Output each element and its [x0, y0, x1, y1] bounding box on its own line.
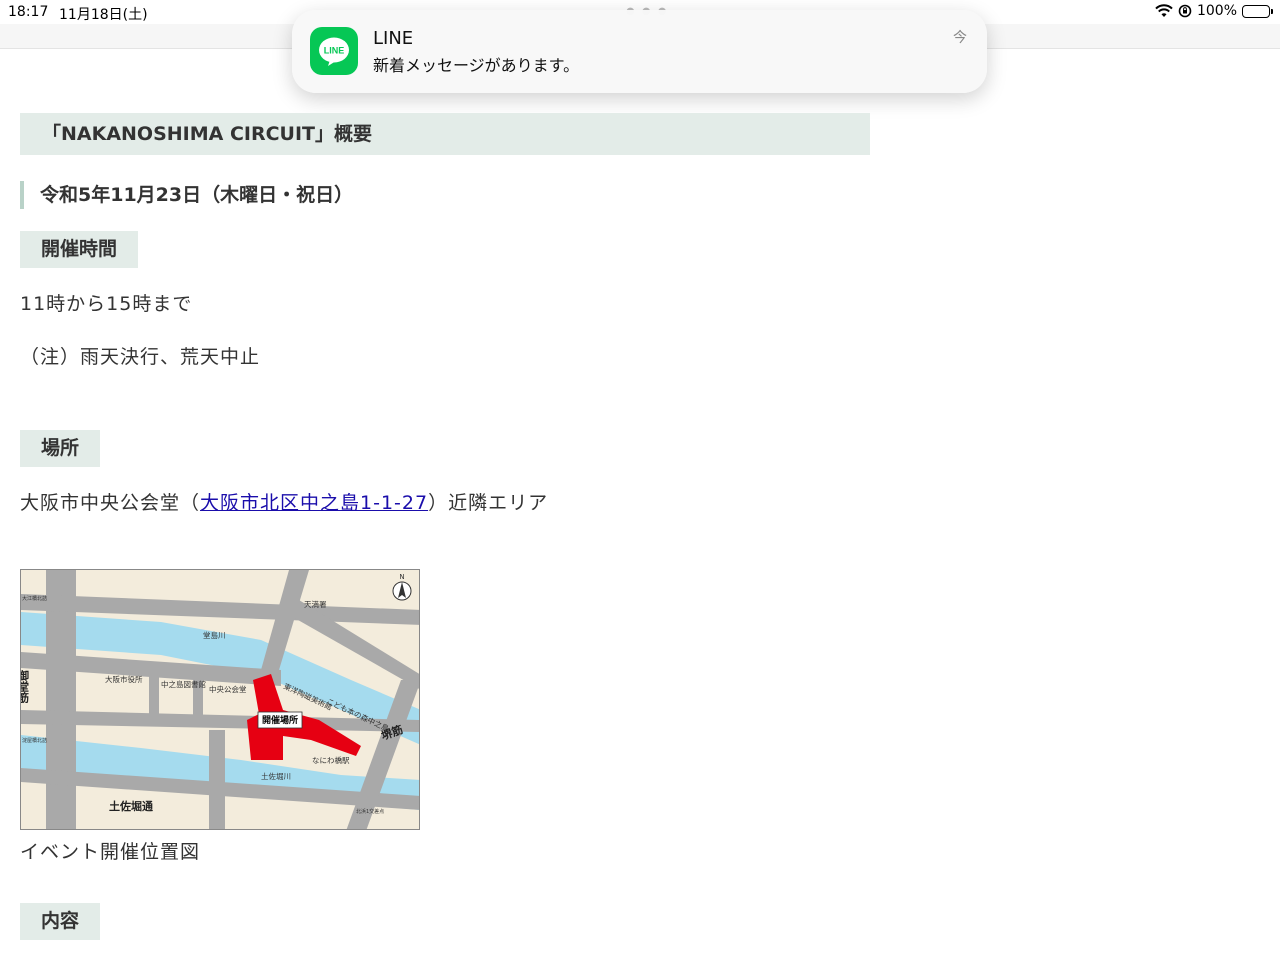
map-label-midosuji: 御堂筋 — [21, 669, 30, 704]
notification-time: 今 — [953, 30, 967, 46]
notification-message: 新着メッセージがあります。 — [373, 56, 580, 75]
road-hall — [193, 665, 203, 723]
place-suffix: ）近隣エリア — [428, 492, 549, 514]
map-label-kitahama: 北浜1交差点 — [356, 808, 384, 815]
map-label-library: 中之島図書館 — [161, 679, 206, 689]
battery-icon — [1242, 4, 1273, 18]
notification-app-name: LINE — [373, 28, 414, 49]
event-date-heading: 令和5年11月23日（木曜日・祝日） — [20, 181, 353, 209]
line-app-icon: LINE — [310, 27, 358, 75]
orientation-lock-icon — [1178, 4, 1192, 18]
north-label: N — [399, 573, 404, 581]
status-time: 18:17 — [8, 4, 49, 20]
map-label-public-hall: 中央公会堂 — [209, 684, 247, 694]
wifi-icon — [1155, 4, 1173, 17]
map-label-oebashi: 大江橋北詰 — [22, 595, 47, 602]
road-south — [209, 730, 225, 829]
line-icon-text: LINE — [324, 46, 345, 56]
map-label-yodoyabashi: 淀屋橋北詰 — [22, 737, 47, 744]
contents-label: 内容 — [20, 903, 101, 940]
weather-note: （注）雨天決行、荒天中止 — [20, 346, 261, 368]
map-label-dojima-river: 堂島川 — [203, 630, 226, 640]
place-prefix: 大阪市中央公会堂（ — [20, 492, 201, 514]
venue-label: 開催場所 — [262, 714, 298, 726]
road-library — [149, 662, 159, 722]
address-link[interactable]: 大阪市北区中之島1-1-27 — [200, 492, 428, 514]
map-label-tosabori-river: 土佐堀川 — [261, 771, 291, 781]
map-label-city-hall: 大阪市役所 — [105, 674, 143, 684]
event-location-map[interactable]: 開催場所 N 天満署 堂島川 大阪市役所 中之島図書館 中央公会堂 東洋陶磁美術… — [20, 569, 420, 830]
time-label: 開催時間 — [20, 231, 139, 268]
status-date: 11月18日(土) — [59, 7, 148, 23]
map-caption: イベント開催位置図 — [20, 841, 201, 863]
battery-percent: 100% — [1196, 3, 1237, 19]
place-label: 場所 — [20, 430, 101, 467]
map-label-tenma: 天満署 — [304, 600, 327, 609]
time-value: 11時から15時まで — [20, 293, 193, 315]
place-text: 大阪市中央公会堂（大阪市北区中之島1-1-27）近隣エリア — [20, 488, 548, 515]
section-title: 「NAKANOSHIMA CIRCUIT」概要 — [20, 113, 870, 155]
map-label-tosabori-street: 土佐堀通 — [109, 799, 153, 813]
line-notification[interactable]: LINE LINE 新着メッセージがあります。 今 — [292, 10, 987, 93]
map-label-naniwabashi: なにわ橋駅 — [312, 755, 350, 765]
